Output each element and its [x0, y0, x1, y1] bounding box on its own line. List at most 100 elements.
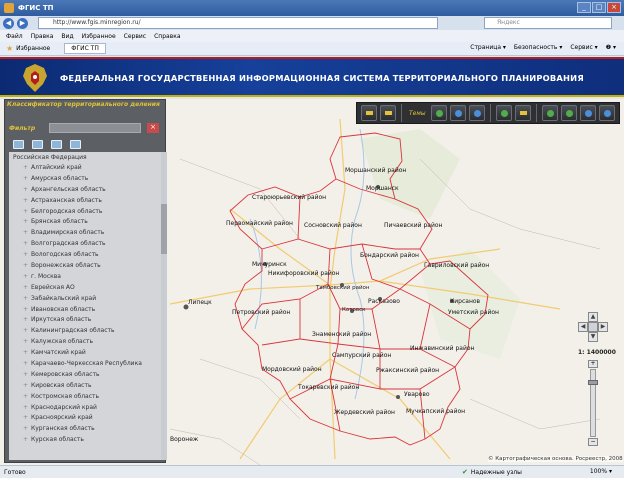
url-input[interactable]: http://www.fgis.minregion.ru/	[38, 17, 438, 29]
tree-item[interactable]: Кемеровская область	[9, 370, 161, 381]
map-label: Мучкапский район	[406, 408, 465, 415]
tree-scrollbar[interactable]	[161, 152, 167, 460]
pan-up-icon[interactable]: ▲	[588, 312, 598, 322]
map-label: Никифоровский район	[268, 270, 339, 277]
pan-center-icon[interactable]	[588, 322, 598, 332]
tree-item[interactable]: Карачаево-Черкесская Республика	[9, 359, 161, 370]
pan-right-icon[interactable]: ▶	[598, 322, 608, 332]
tree-item[interactable]: Забайкальский край	[9, 294, 161, 305]
tree-item[interactable]: Калининградская область	[9, 326, 161, 337]
zoom-in-button[interactable]: +	[588, 360, 598, 368]
map-label: Жердевский район	[334, 409, 395, 416]
minimize-button[interactable]: _	[577, 2, 591, 13]
tree-item[interactable]: Камчатский край	[9, 348, 161, 359]
menu-edit[interactable]: Правка	[31, 33, 54, 40]
window-controls: _ □ ×	[577, 2, 621, 13]
export-icon[interactable]	[380, 105, 396, 121]
measure-icon[interactable]	[468, 105, 485, 121]
zoom-out-tool-icon[interactable]	[560, 105, 577, 121]
tree-item[interactable]: Вологодская область	[9, 250, 161, 261]
tree-item[interactable]: Воронежская область	[9, 261, 161, 272]
tree-item[interactable]: Белгородская область	[9, 207, 161, 218]
tree-item[interactable]: Иркутская область	[9, 315, 161, 326]
tree-item[interactable]: Еврейская АО	[9, 283, 161, 294]
tree-item[interactable]: г. Москва	[9, 272, 161, 283]
zoom-slider[interactable]	[588, 369, 598, 437]
favorites-button[interactable]: Избранное	[16, 45, 50, 52]
zoom-in-tool-icon[interactable]	[541, 105, 558, 121]
menu-favorites[interactable]: Избранное	[82, 33, 116, 40]
pan-icon[interactable]	[579, 105, 596, 121]
tree-item[interactable]: Брянская область	[9, 217, 161, 228]
tree-item[interactable]: Курганская область	[9, 424, 161, 435]
pan-left-icon[interactable]: ◀	[578, 322, 588, 332]
star-icon[interactable]: ★	[6, 44, 13, 53]
map-label: Знаменский район	[312, 331, 371, 338]
map-label: Моршанск	[366, 185, 399, 192]
zoom-slider-knob[interactable]	[588, 380, 598, 385]
security-menu[interactable]: Безопасность ▾	[514, 44, 562, 51]
collapse-icon[interactable]	[32, 140, 43, 149]
command-bar: Страница ▾ Безопасность ▾ Сервис ▾ ❷ ▾	[470, 44, 616, 51]
map-label: Токаревский район	[297, 384, 359, 391]
close-button[interactable]: ×	[607, 2, 621, 13]
back-button[interactable]: ◀	[3, 17, 14, 29]
tree-item[interactable]: Ивановская область	[9, 305, 161, 316]
maximize-button[interactable]: □	[592, 2, 606, 13]
edit-icon[interactable]	[514, 105, 531, 121]
menu-help[interactable]: Справка	[154, 33, 180, 40]
info-icon[interactable]	[70, 140, 81, 149]
menu-view[interactable]: Вид	[61, 33, 73, 40]
map-label: Староюрьевский район	[252, 194, 326, 201]
map-label: Пичаевский район	[384, 222, 443, 229]
site-header: ФЕДЕРАЛЬНАЯ ГОСУДАРСТВЕННАЯ ИНФОРМАЦИОНН…	[0, 57, 624, 97]
menu-tools[interactable]: Сервис	[124, 33, 146, 40]
tree-item[interactable]: Алтайский край	[9, 163, 161, 174]
filter-clear-button[interactable]: ×	[147, 123, 159, 133]
forward-button[interactable]: ▶	[17, 17, 28, 29]
menu-file[interactable]: Файл	[6, 33, 23, 40]
page-menu[interactable]: Страница ▾	[470, 44, 506, 51]
globe-icon[interactable]	[449, 105, 466, 121]
tree-item[interactable]: Курская область	[9, 435, 161, 446]
search-input[interactable]: Яндекс	[484, 17, 612, 29]
layers-icon[interactable]	[430, 105, 447, 121]
browser-tab[interactable]: ФГИС ТП	[64, 43, 106, 54]
map-label: Инжавинский район	[410, 345, 475, 352]
map-label: Петровский район	[232, 309, 290, 316]
print-icon[interactable]	[361, 105, 377, 121]
tree-item[interactable]: Владимирская область	[9, 228, 161, 239]
select-icon[interactable]	[51, 140, 62, 149]
map-label: Первомайский район	[226, 220, 293, 227]
map-toolbar: Темы	[356, 102, 620, 124]
tree-item[interactable]: Красноярский край	[9, 413, 161, 424]
scrollbar-thumb[interactable]	[161, 204, 167, 254]
tree-item[interactable]: Архангельская область	[9, 185, 161, 196]
panel-title: Классификатор территориального деления	[7, 101, 160, 108]
map-label: Расказово	[368, 298, 400, 305]
filter-label: Фильтр	[9, 124, 36, 132]
map-label: Уметский район	[448, 309, 499, 316]
zoom-level[interactable]: 100% ▾	[590, 468, 612, 475]
favorites-bar: ★ Избранное ФГИС ТП Страница ▾ Безопасно…	[0, 42, 624, 56]
tree-item[interactable]: Амурская область	[9, 174, 161, 185]
tree-item[interactable]: Калужская область	[9, 337, 161, 348]
tree-item[interactable]: Астраханская область	[9, 196, 161, 207]
expand-icon[interactable]	[13, 140, 24, 149]
tree-item[interactable]: Волгоградская область	[9, 239, 161, 250]
select-tool-icon[interactable]	[495, 105, 512, 121]
zoom-out-button[interactable]: −	[588, 438, 598, 446]
zone-label: Надежные узлы	[470, 468, 522, 476]
tree-root[interactable]: Российская Федерация	[9, 152, 161, 163]
security-zone: ✔ Надежные узлы	[462, 468, 522, 476]
layers-label: Темы	[409, 109, 426, 117]
pan-down-icon[interactable]: ▼	[588, 332, 598, 342]
tree-item[interactable]: Краснодарский край	[9, 403, 161, 414]
tools-menu[interactable]: Сервис ▾	[570, 44, 597, 51]
tree-item[interactable]: Кировская область	[9, 381, 161, 392]
tree-item[interactable]: Костромская область	[9, 392, 161, 403]
filter-input[interactable]	[49, 123, 141, 133]
settings-icon[interactable]	[598, 105, 615, 121]
site-title: ФЕДЕРАЛЬНАЯ ГОСУДАРСТВЕННАЯ ИНФОРМАЦИОНН…	[60, 73, 584, 83]
help-menu[interactable]: ❷ ▾	[606, 44, 616, 51]
